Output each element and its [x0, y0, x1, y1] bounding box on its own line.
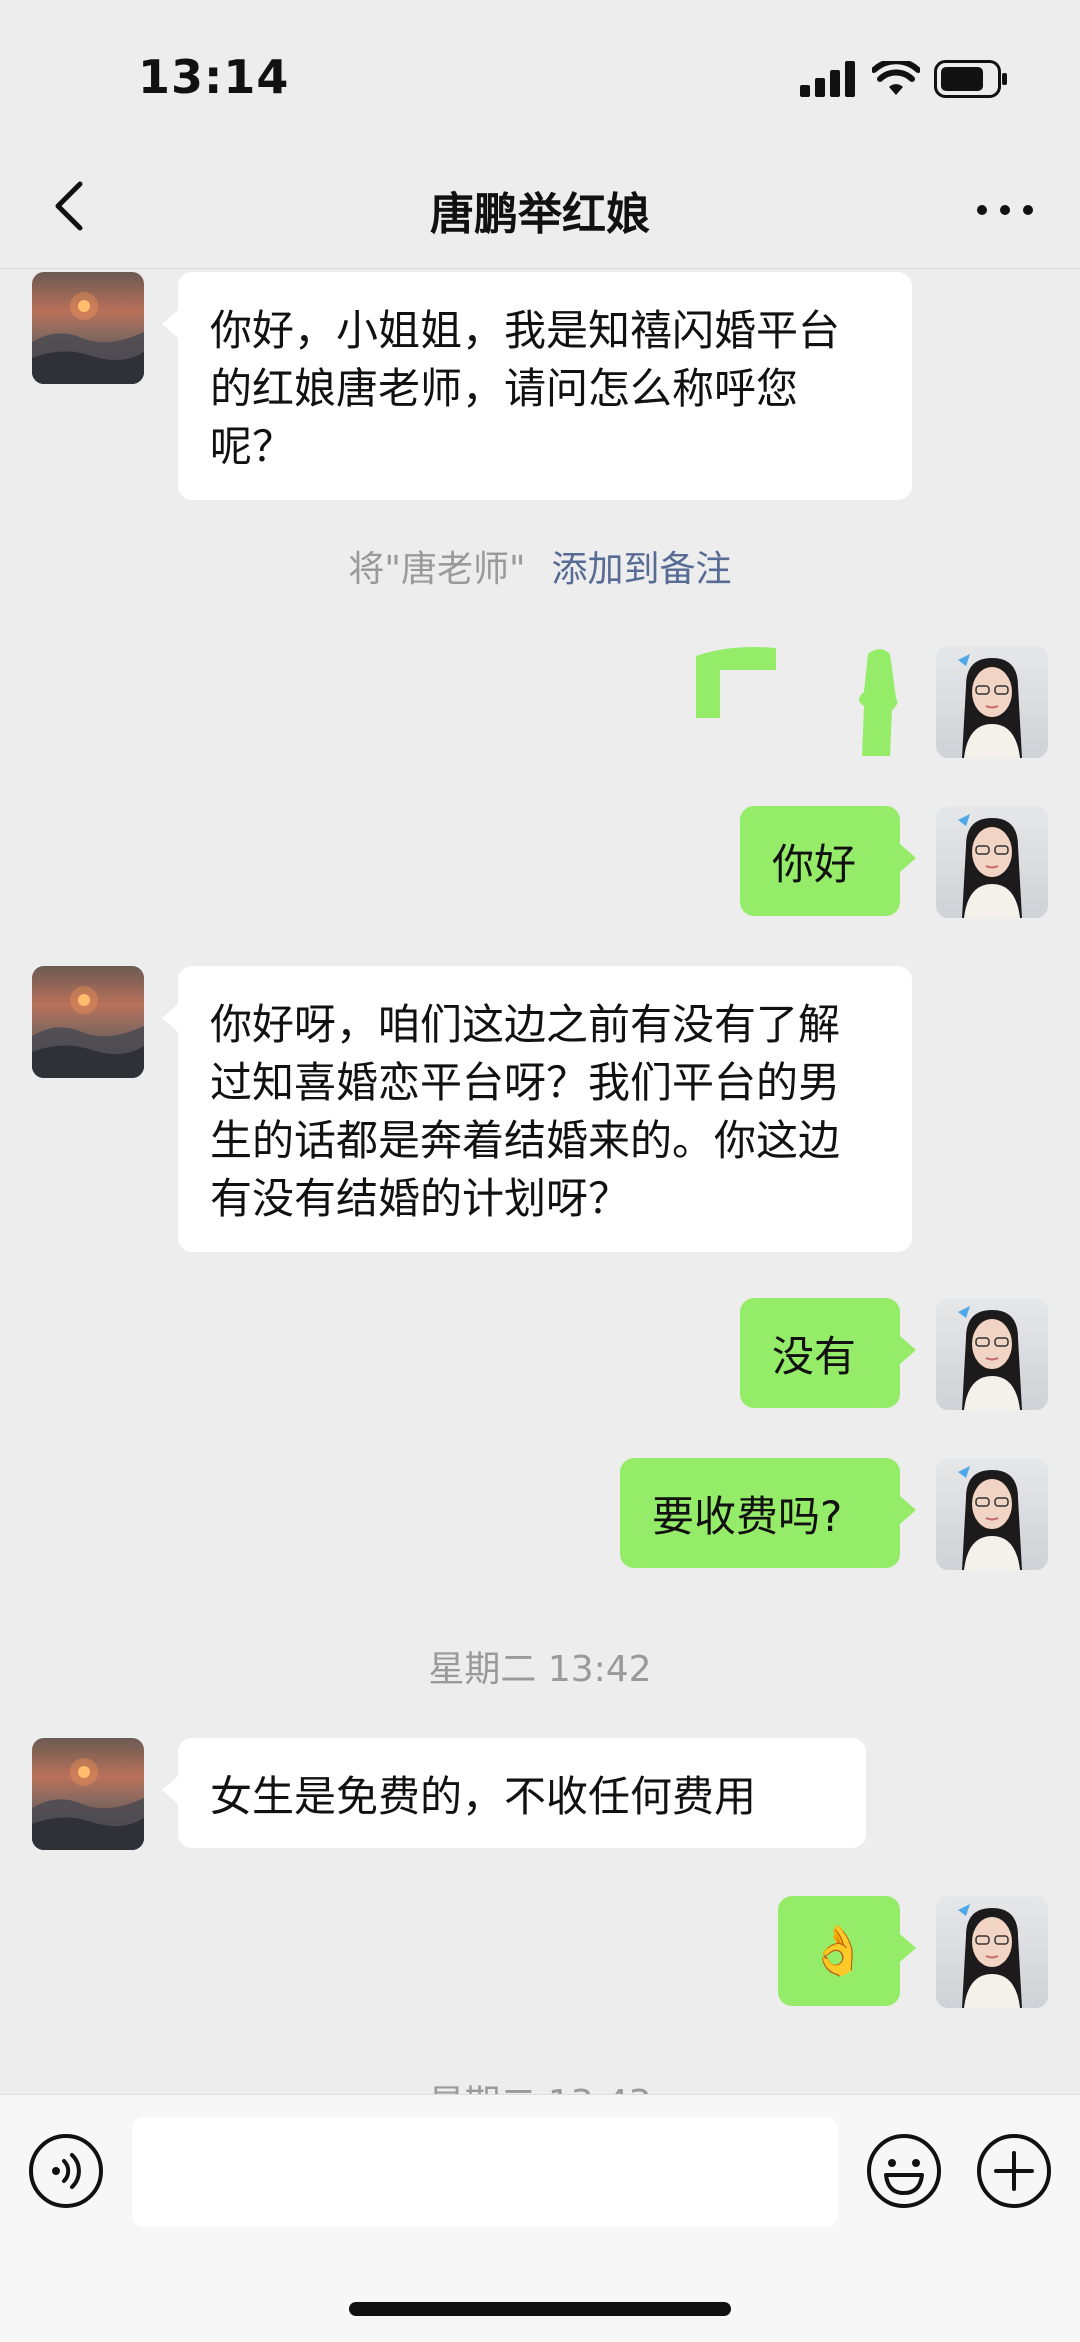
timestamp-partial: 星期二 13:43 [0, 2074, 1080, 2094]
status-time: 13:14 [138, 50, 290, 104]
message-input[interactable] [132, 2117, 838, 2227]
battery-icon [934, 60, 1007, 98]
message-bubble-sent[interactable]: 👌 [778, 1896, 916, 2006]
voice-icon[interactable] [26, 2131, 106, 2211]
message-list[interactable]: 你好，小姐姐，我是知禧闪婚平台的红娘唐老师，请问怎么称呼您呢？ 将"唐老师" 添加… [0, 268, 1080, 2094]
message-text: 女生是免费的，不收任何费用 [210, 1772, 757, 1821]
message-bubble-sent[interactable]: 你好 [740, 806, 916, 916]
add-remark-link[interactable]: 添加到备注 [552, 549, 732, 590]
emoji-icon[interactable] [864, 2131, 944, 2211]
status-icons [800, 60, 1008, 98]
avatar-contact[interactable] [32, 272, 144, 384]
signal-icon [800, 61, 855, 97]
message-text: 要收费吗? [652, 1492, 843, 1541]
avatar-self[interactable] [936, 646, 1048, 758]
message-text: 没有 [772, 1332, 857, 1381]
sticker-message[interactable] [690, 644, 910, 756]
more-icon[interactable] [970, 180, 1040, 240]
avatar-self[interactable] [936, 1458, 1048, 1570]
message-text: 你好呀，咱们这边之前有没有了解过知喜婚恋平台呀？我们平台的男生的话都是奔着结婚来… [210, 1000, 841, 1223]
green-scribble-sticker [696, 647, 898, 756]
message-text: 你好，小姐姐，我是知禧闪婚平台的红娘唐老师，请问怎么称呼您呢？ [210, 306, 841, 471]
message-bubble-sent[interactable]: 没有 [740, 1298, 916, 1408]
message-bubble-received[interactable]: 你好呀，咱们这边之前有没有了解过知喜婚恋平台呀？我们平台的男生的话都是奔着结婚来… [162, 966, 912, 1252]
message-bubble-received[interactable]: 女生是免费的，不收任何费用 [162, 1738, 866, 1848]
message-text: 你好 [772, 840, 857, 889]
chat-title: 唐鹏举红娘 [430, 189, 650, 240]
home-indicator[interactable] [349, 2302, 731, 2316]
remark-prefix: 将"唐老师" [348, 549, 526, 590]
avatar-contact[interactable] [32, 966, 144, 1078]
plus-icon[interactable] [974, 2131, 1054, 2211]
avatar-self[interactable] [936, 1298, 1048, 1410]
avatar-self[interactable] [936, 1896, 1048, 2008]
avatar-self[interactable] [936, 806, 1048, 918]
message-bubble-sent[interactable]: 要收费吗? [620, 1458, 916, 1568]
message-bubble-received[interactable]: 你好，小姐姐，我是知禧闪婚平台的红娘唐老师，请问怎么称呼您呢？ [162, 272, 912, 500]
timestamp: 星期二 13:42 [428, 1649, 652, 1690]
avatar-contact[interactable] [32, 1738, 144, 1850]
wifi-icon [872, 61, 920, 95]
ok-hand-emoji: 👌 [808, 1923, 868, 1979]
remark-notice: 将"唐老师" 添加到备注 [0, 540, 1080, 592]
status-bar: 13:14 [0, 0, 1080, 150]
chat-header: 唐鹏举红娘 [0, 150, 1080, 269]
